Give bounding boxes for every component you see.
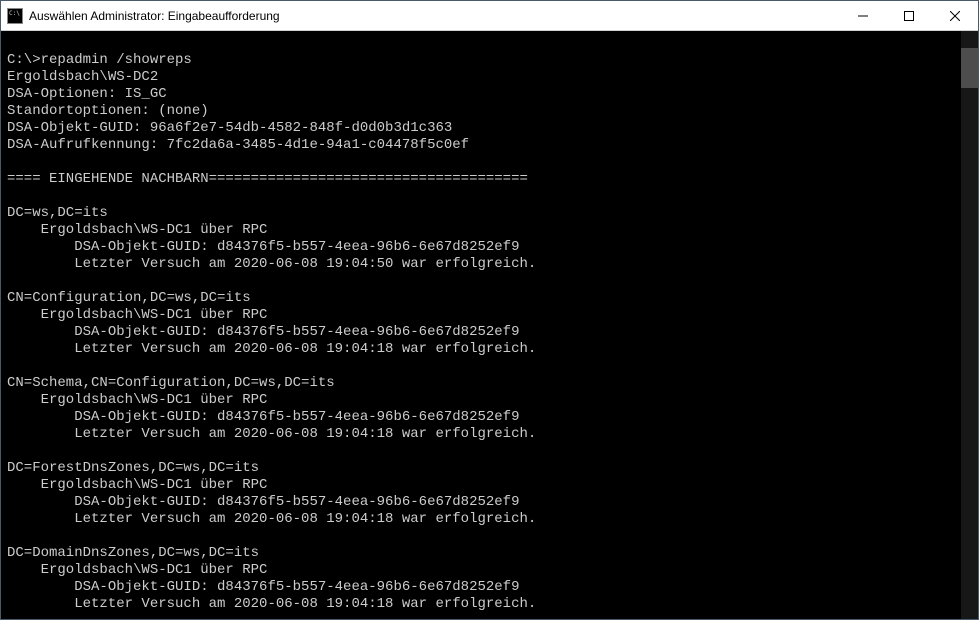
terminal-output[interactable]: C:\>repadmin /showreps Ergoldsbach\WS-DC… <box>1 31 961 619</box>
partition-dn: CN=Configuration,DC=ws,DC=its <box>7 290 251 306</box>
cmd-window: Auswählen Administrator: Eingabeaufforde… <box>0 0 979 620</box>
partition-last: Letzter Versuch am 2020-06-08 19:04:18 w… <box>7 596 536 612</box>
partition-last: Letzter Versuch am 2020-06-08 19:04:18 w… <box>7 511 536 527</box>
partition-guid: DSA-Objekt-GUID: d84376f5-b557-4eea-96b6… <box>7 579 519 595</box>
partition-source: Ergoldsbach\WS-DC1 über RPC <box>7 307 267 323</box>
output-line: DSA-Objekt-GUID: 96a6f2e7-54db-4582-848f… <box>7 120 452 136</box>
partition-dn: DC=ws,DC=its <box>7 205 108 221</box>
output-line: DSA-Optionen: IS_GC <box>7 86 167 102</box>
partition-dn: DC=DomainDnsZones,DC=ws,DC=its <box>7 545 259 561</box>
partition-guid: DSA-Objekt-GUID: d84376f5-b557-4eea-96b6… <box>7 409 519 425</box>
partition-source: Ergoldsbach\WS-DC1 über RPC <box>7 477 267 493</box>
window-title: Auswählen Administrator: Eingabeaufforde… <box>29 9 840 23</box>
partition-source: Ergoldsbach\WS-DC1 über RPC <box>7 222 267 238</box>
terminal-area[interactable]: C:\>repadmin /showreps Ergoldsbach\WS-DC… <box>1 31 978 619</box>
output-line: Standortoptionen: (none) <box>7 103 209 119</box>
partition-last: Letzter Versuch am 2020-06-08 19:04:18 w… <box>7 341 536 357</box>
scrollbar-thumb[interactable] <box>961 48 978 88</box>
output-line: DSA-Aufrufkennung: 7fc2da6a-3485-4d1e-94… <box>7 137 469 153</box>
close-button[interactable] <box>932 1 978 30</box>
partition-dn: DC=ForestDnsZones,DC=ws,DC=its <box>7 460 259 476</box>
partition-guid: DSA-Objekt-GUID: d84376f5-b557-4eea-96b6… <box>7 324 519 340</box>
prompt: C:\> <box>7 52 41 68</box>
minimize-button[interactable] <box>840 1 886 30</box>
partition-last: Letzter Versuch am 2020-06-08 19:04:50 w… <box>7 256 536 272</box>
command-text: repadmin /showreps <box>41 52 192 68</box>
output-line: Ergoldsbach\WS-DC2 <box>7 69 158 85</box>
partition-guid: DSA-Objekt-GUID: d84376f5-b557-4eea-96b6… <box>7 239 519 255</box>
partition-dn: CN=Schema,CN=Configuration,DC=ws,DC=its <box>7 375 335 391</box>
maximize-button[interactable] <box>886 1 932 30</box>
partition-source: Ergoldsbach\WS-DC1 über RPC <box>7 392 267 408</box>
window-controls <box>840 1 978 30</box>
partition-last: Letzter Versuch am 2020-06-08 19:04:18 w… <box>7 426 536 442</box>
scrollbar[interactable] <box>961 31 978 619</box>
titlebar[interactable]: Auswählen Administrator: Eingabeaufforde… <box>1 1 978 31</box>
partition-guid: DSA-Objekt-GUID: d84376f5-b557-4eea-96b6… <box>7 494 519 510</box>
partition-source: Ergoldsbach\WS-DC1 über RPC <box>7 562 267 578</box>
section-header: ==== EINGEHENDE NACHBARN================… <box>7 171 528 187</box>
cmd-icon <box>7 8 23 24</box>
